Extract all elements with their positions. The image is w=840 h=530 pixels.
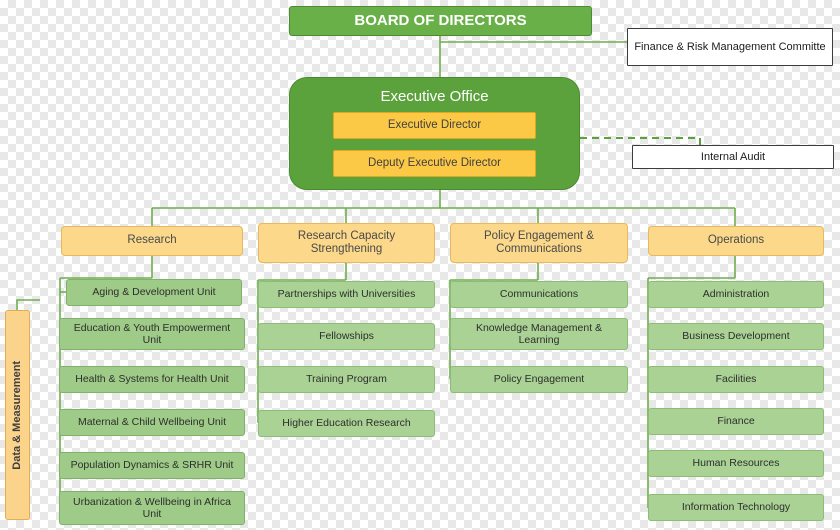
unit-education-youth[interactable]: Education & Youth Empowerment Unit (59, 318, 245, 350)
department-research-capacity-label: Research Capacity Strengthening (297, 229, 396, 255)
data-measurement-label: Data & Measurement (11, 360, 24, 470)
department-policy-engagement-label: Policy Engagement & Communications (484, 229, 594, 255)
finance-risk-committee-node[interactable]: Finance & Risk Management Committe (627, 28, 833, 66)
unit-label: Finance (717, 415, 755, 428)
unit-maternal-child[interactable]: Maternal & Child Wellbeing Unit (59, 409, 245, 436)
department-operations-node[interactable]: Operations (648, 226, 824, 256)
unit-label: Education & Youth Empowerment Unit (73, 321, 231, 346)
executive-director-label: Executive Director (387, 118, 482, 131)
department-operations-label: Operations (707, 234, 765, 247)
department-research-label: Research (127, 234, 177, 247)
unit-administration[interactable]: Administration (648, 281, 824, 308)
unit-label: Urbanization & Wellbeing in Africa Unit (73, 495, 231, 520)
unit-label: Policy Engagement (493, 373, 585, 386)
unit-label: Human Resources (692, 457, 780, 470)
unit-label: Maternal & Child Wellbeing Unit (77, 416, 227, 429)
department-research-node[interactable]: Research (61, 226, 243, 256)
unit-label: Fellowships (319, 330, 374, 343)
unit-label: Facilities (715, 373, 757, 386)
unit-label: Business Development (682, 330, 790, 343)
unit-communications[interactable]: Communications (450, 281, 628, 308)
unit-population-dynamics[interactable]: Population Dynamics & SRHR Unit (59, 452, 245, 479)
department-research-capacity-node[interactable]: Research Capacity Strengthening (258, 223, 435, 263)
board-of-directors-node[interactable]: BOARD OF DIRECTORS (289, 6, 592, 36)
data-measurement-node[interactable]: Data & Measurement (5, 310, 30, 520)
unit-label: Training Program (306, 373, 387, 386)
unit-label: Aging & Development Unit (92, 286, 216, 299)
unit-human-resources[interactable]: Human Resources (648, 450, 824, 477)
unit-label: Health & Systems for Health Unit (75, 373, 229, 386)
executive-director-node[interactable]: Executive Director (333, 112, 536, 139)
internal-audit-node[interactable]: Internal Audit (632, 145, 834, 169)
unit-fellowships[interactable]: Fellowships (258, 323, 435, 350)
unit-label: Population Dynamics & SRHR Unit (70, 459, 234, 472)
diagram-canvas: BOARD OF DIRECTORS Finance & Risk Manage… (0, 0, 840, 530)
internal-audit-label: Internal Audit (700, 150, 766, 163)
unit-knowledge-management[interactable]: Knowledge Management & Learning (450, 318, 628, 350)
unit-aging-development[interactable]: Aging & Development Unit (66, 279, 242, 306)
unit-health-systems[interactable]: Health & Systems for Health Unit (59, 366, 245, 393)
unit-partnerships-universities[interactable]: Partnerships with Universities (258, 281, 435, 308)
board-of-directors-label: BOARD OF DIRECTORS (354, 12, 527, 30)
unit-label: Administration (702, 288, 770, 301)
unit-label: Partnerships with Universities (277, 288, 416, 301)
department-policy-engagement-node[interactable]: Policy Engagement & Communications (450, 223, 628, 263)
finance-risk-committee-label: Finance & Risk Management Committe (634, 40, 826, 53)
deputy-executive-director-label: Deputy Executive Director (368, 156, 501, 169)
unit-policy-engagement[interactable]: Policy Engagement (450, 366, 628, 393)
unit-urbanization-wellbeing[interactable]: Urbanization & Wellbeing in Africa Unit (59, 491, 245, 525)
unit-label: Information Technology (681, 501, 791, 514)
unit-facilities[interactable]: Facilities (648, 366, 824, 393)
executive-office-label: Executive Office (380, 88, 489, 105)
unit-finance[interactable]: Finance (648, 408, 824, 435)
unit-information-technology[interactable]: Information Technology (648, 494, 824, 521)
unit-label: Higher Education Research (282, 417, 411, 430)
unit-training-program[interactable]: Training Program (258, 366, 435, 393)
deputy-executive-director-node[interactable]: Deputy Executive Director (333, 150, 536, 177)
unit-label: Knowledge Management & Learning (475, 321, 603, 346)
unit-business-development[interactable]: Business Development (648, 323, 824, 350)
unit-higher-education-research[interactable]: Higher Education Research (258, 410, 435, 437)
unit-label: Communications (499, 288, 579, 301)
